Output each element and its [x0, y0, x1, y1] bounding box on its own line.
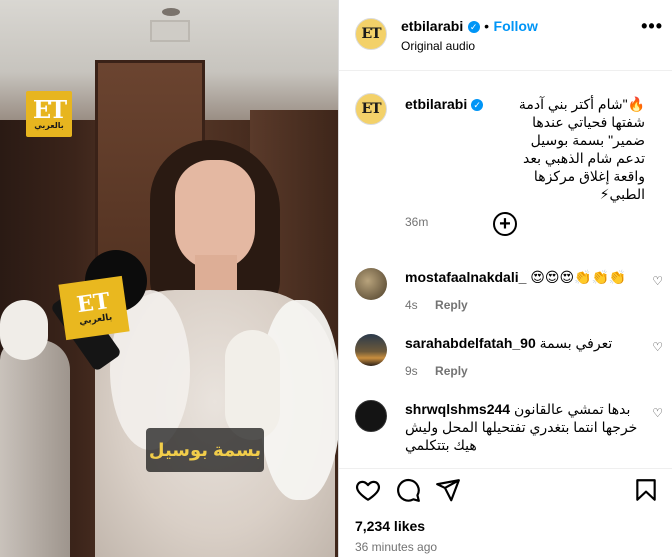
- person-glove: [225, 330, 280, 440]
- heart-icon[interactable]: [355, 477, 381, 503]
- comment-body: shrwqlshms244 بدها تمشي عالقانون خرجها ا…: [405, 400, 645, 454]
- caption-username[interactable]: etbilarabi: [405, 96, 467, 112]
- original-audio-link[interactable]: Original audio: [401, 39, 475, 53]
- reply-button[interactable]: Reply: [435, 298, 468, 312]
- post-sidebar: ET etbilarabi ✓ • Follow Original audio …: [338, 0, 672, 557]
- verified-badge-icon: ✓: [471, 99, 484, 112]
- caption-avatar-text: ET: [361, 101, 381, 117]
- video-caption-overlay: بسمة بوسيل: [146, 428, 264, 472]
- author-avatar-text: ET: [361, 26, 381, 42]
- comment-time: 4s: [405, 298, 418, 312]
- comment-text: تعرفي بسمة: [539, 335, 613, 351]
- post-actions-bar: [339, 468, 672, 512]
- post-media[interactable]: ET بالعربي ET بالعربي بسمة بوسيل: [0, 0, 338, 557]
- commenter-avatar[interactable]: [355, 334, 387, 366]
- caption-time: 36m: [405, 215, 429, 229]
- comment-meta: 9s Reply: [405, 362, 645, 380]
- interviewer-arm: [0, 340, 70, 557]
- microphone-logo: ET بالعربي: [58, 275, 130, 341]
- share-icon[interactable]: [435, 477, 461, 503]
- post-header: ET etbilarabi ✓ • Follow Original audio …: [339, 0, 672, 71]
- author-avatar[interactable]: ET: [355, 18, 387, 50]
- comment-like-heart-icon[interactable]: ♡: [652, 340, 663, 354]
- caption-text-block: etbilarabi ✓ 🔥"شام أكتر بني آدمة شفتها ف…: [405, 95, 645, 231]
- et-logo-small: بالعربي: [34, 120, 64, 130]
- ceiling-vent: [150, 20, 190, 42]
- comment-icon[interactable]: [395, 477, 421, 503]
- more-horizontal-icon[interactable]: •••: [641, 16, 663, 37]
- comment-like-heart-icon[interactable]: ♡: [652, 274, 663, 288]
- comment-like-heart-icon[interactable]: ♡: [652, 406, 663, 420]
- ceiling-light: [162, 8, 180, 16]
- comment-body: sarahabdelfatah_90 تعرفي بسمة 9s Reply: [405, 334, 645, 380]
- author-line: etbilarabi ✓ • Follow: [401, 18, 538, 36]
- comment-meta: 4s Reply: [405, 296, 645, 314]
- comment-username[interactable]: shrwqlshms244: [405, 401, 510, 417]
- verified-badge-icon: ✓: [467, 20, 480, 33]
- comment-text: 😍😍😍👏👏👏: [530, 269, 627, 285]
- commenter-avatar[interactable]: [355, 268, 387, 300]
- caption-avatar[interactable]: ET: [355, 93, 387, 125]
- commenter-avatar[interactable]: [355, 400, 387, 432]
- et-logo-big: ET: [32, 94, 67, 124]
- bookmark-icon[interactable]: [633, 477, 659, 503]
- et-logo: ET بالعربي: [26, 91, 72, 137]
- person-face: [175, 160, 255, 270]
- plus-circle-icon[interactable]: +: [493, 212, 517, 236]
- reply-button[interactable]: Reply: [435, 364, 468, 378]
- comment-username[interactable]: sarahabdelfatah_90: [405, 335, 536, 351]
- author-username[interactable]: etbilarabi: [401, 18, 463, 34]
- comment-username[interactable]: mostafaalnakdali_: [405, 269, 526, 285]
- likes-count[interactable]: 7,234 likes: [355, 518, 425, 534]
- follow-button[interactable]: Follow: [494, 18, 538, 34]
- separator-dot: •: [484, 18, 490, 34]
- comment-time: 9s: [405, 364, 418, 378]
- interviewer-glove: [0, 300, 48, 360]
- comment-body: mostafaalnakdali_ 😍😍😍👏👏👏 4s Reply: [405, 268, 645, 314]
- video-caption-text: بسمة بوسيل: [148, 439, 262, 460]
- post-timestamp[interactable]: 36 minutes ago: [355, 540, 437, 554]
